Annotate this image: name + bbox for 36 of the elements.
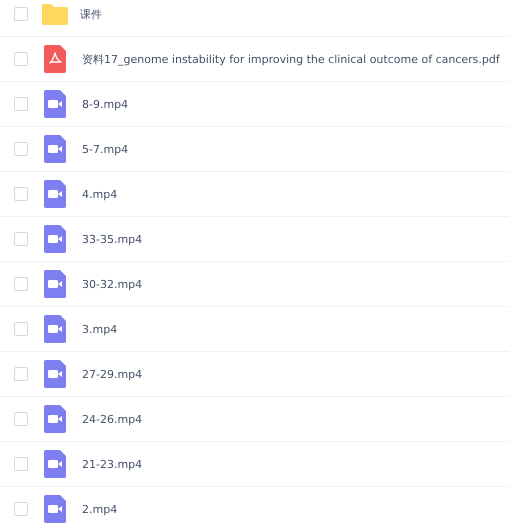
checkbox[interactable] xyxy=(14,7,28,21)
folder-icon xyxy=(42,3,68,25)
file-name[interactable]: 3.mp4 xyxy=(82,322,118,336)
file-name[interactable]: 8-9.mp4 xyxy=(82,98,128,110)
video-icon xyxy=(44,225,66,253)
file-name[interactable]: 27-29.mp4 xyxy=(82,368,142,380)
file-name[interactable]: 33-35.mp4 xyxy=(82,232,142,246)
video-icon xyxy=(44,405,66,433)
file-name[interactable]: 4.mp4 xyxy=(82,188,118,200)
video-icon xyxy=(44,135,66,163)
video-icon xyxy=(44,90,66,118)
video-icon xyxy=(44,495,66,523)
file-name[interactable]: 资料17_genome instability for improving the clinical outcome of cancers.pdf xyxy=(82,52,500,66)
video-icon xyxy=(44,270,66,298)
file-name[interactable]: 30-32.mp4 xyxy=(82,278,142,290)
file-name[interactable]: 24-26.mp4 xyxy=(82,412,142,426)
video-icon xyxy=(44,360,66,388)
checkbox[interactable] xyxy=(14,457,28,471)
checkbox[interactable] xyxy=(14,502,28,516)
checkbox[interactable] xyxy=(14,367,28,381)
checkbox[interactable] xyxy=(14,142,28,156)
file-name[interactable]: 21-23.mp4 xyxy=(82,458,142,470)
file-name[interactable]: 课件 xyxy=(80,6,102,22)
video-icon xyxy=(44,180,66,208)
pdf-icon xyxy=(44,45,66,73)
file-name[interactable]: 5-7.mp4 xyxy=(82,142,128,156)
checkbox[interactable] xyxy=(14,52,28,66)
video-icon xyxy=(44,315,66,343)
video-icon xyxy=(44,450,66,478)
checkbox[interactable] xyxy=(14,322,28,336)
checkbox[interactable] xyxy=(14,277,28,291)
checkbox[interactable] xyxy=(14,187,28,201)
checkbox[interactable] xyxy=(14,412,28,426)
checkbox[interactable] xyxy=(14,97,28,111)
file-name[interactable]: 2.mp4 xyxy=(82,502,118,516)
checkbox[interactable] xyxy=(14,232,28,246)
